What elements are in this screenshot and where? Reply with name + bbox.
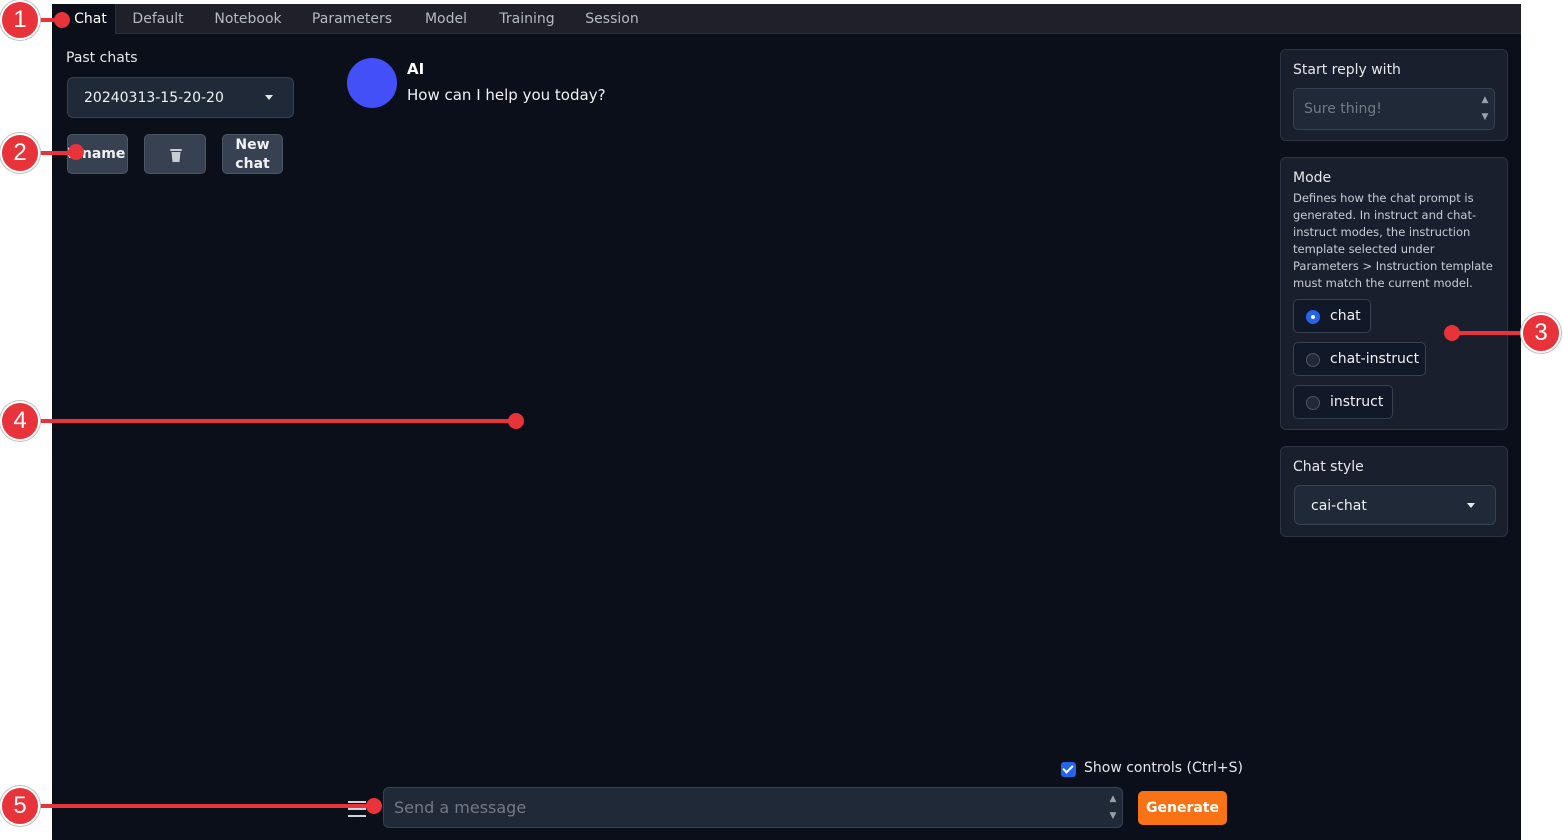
scroll-arrows-icon[interactable]: ▲ ▼ [1480, 92, 1490, 126]
start-reply-placeholder: Sure thing! [1304, 101, 1382, 117]
tab-bar: Chat Default Notebook Parameters Model T… [52, 4, 1521, 34]
message-input[interactable]: Send a message ▲ ▼ [383, 787, 1123, 828]
annotation-badge-5: 5 [0, 786, 40, 826]
chevron-down-icon [1467, 503, 1475, 508]
mode-option-chat[interactable]: chat [1293, 299, 1371, 333]
new-chat-button[interactable]: New chat [222, 134, 283, 174]
annotation-badge-2: 2 [0, 133, 40, 173]
message-text: How can I help you today? [407, 86, 606, 104]
show-controls-checkbox[interactable] [1061, 762, 1076, 777]
mode-option-instruct[interactable]: instruct [1293, 385, 1393, 419]
tab-session[interactable]: Session [570, 4, 654, 34]
annotation-dot-5 [366, 798, 382, 814]
annotation-line-3 [1452, 331, 1522, 335]
past-chats-selected: 20240313-15-20-20 [84, 90, 224, 106]
scroll-arrows-icon[interactable]: ▲ ▼ [1108, 791, 1118, 825]
annotation-badge-4: 4 [0, 401, 40, 441]
trash-icon [170, 149, 182, 162]
annotation-dot-4 [508, 413, 524, 429]
annotation-line-4 [20, 419, 516, 423]
start-reply-title: Start reply with [1293, 62, 1401, 78]
mode-option-label: instruct [1330, 394, 1384, 410]
screenshot-stage: Chat Default Notebook Parameters Model T… [0, 0, 1563, 840]
mode-panel: Mode Defines how the chat prompt is gene… [1280, 157, 1508, 430]
mode-description: Defines how the chat prompt is generated… [1293, 191, 1493, 290]
tab-notebook[interactable]: Notebook [200, 4, 296, 34]
mode-option-label: chat [1330, 308, 1361, 324]
annotation-dot-1 [54, 12, 70, 28]
tab-training[interactable]: Training [484, 4, 570, 34]
generate-button[interactable]: Generate [1138, 791, 1227, 825]
mode-option-chat-instruct[interactable]: chat-instruct [1293, 342, 1426, 376]
mode-option-label: chat-instruct [1330, 351, 1420, 367]
radio-unselected-icon [1306, 396, 1320, 410]
message-placeholder: Send a message [394, 798, 527, 817]
past-chats-label: Past chats [66, 50, 138, 66]
start-reply-panel: Start reply with Sure thing! ▲ ▼ [1280, 49, 1508, 141]
annotation-dot-3 [1444, 325, 1460, 341]
delete-chat-button[interactable] [144, 134, 206, 174]
radio-unselected-icon [1306, 353, 1320, 367]
tab-parameters[interactable]: Parameters [296, 4, 408, 34]
avatar [347, 58, 397, 108]
show-controls-label: Show controls (Ctrl+S) [1084, 760, 1243, 776]
mode-title: Mode [1293, 170, 1332, 186]
annotation-badge-1: 1 [0, 0, 40, 40]
chat-style-dropdown[interactable]: cai-chat [1294, 485, 1496, 525]
annotation-dot-2 [68, 144, 84, 160]
tab-model[interactable]: Model [408, 4, 484, 34]
new-chat-line1: New [235, 137, 270, 153]
new-chat-line2: chat [235, 156, 270, 172]
annotation-line-5 [20, 804, 376, 808]
chevron-down-icon [265, 95, 273, 100]
past-chats-dropdown[interactable]: 20240313-15-20-20 [67, 77, 294, 118]
radio-selected-icon [1306, 310, 1320, 324]
chat-style-panel: Chat style cai-chat [1280, 446, 1508, 537]
chat-history-area [312, 44, 1272, 744]
tab-default[interactable]: Default [116, 4, 200, 34]
chat-style-selected: cai-chat [1311, 498, 1367, 514]
annotation-badge-3: 3 [1521, 313, 1561, 353]
message-author: AI [407, 60, 425, 78]
chat-style-title: Chat style [1293, 459, 1364, 475]
start-reply-input[interactable]: Sure thing! ▲ ▼ [1293, 88, 1495, 130]
